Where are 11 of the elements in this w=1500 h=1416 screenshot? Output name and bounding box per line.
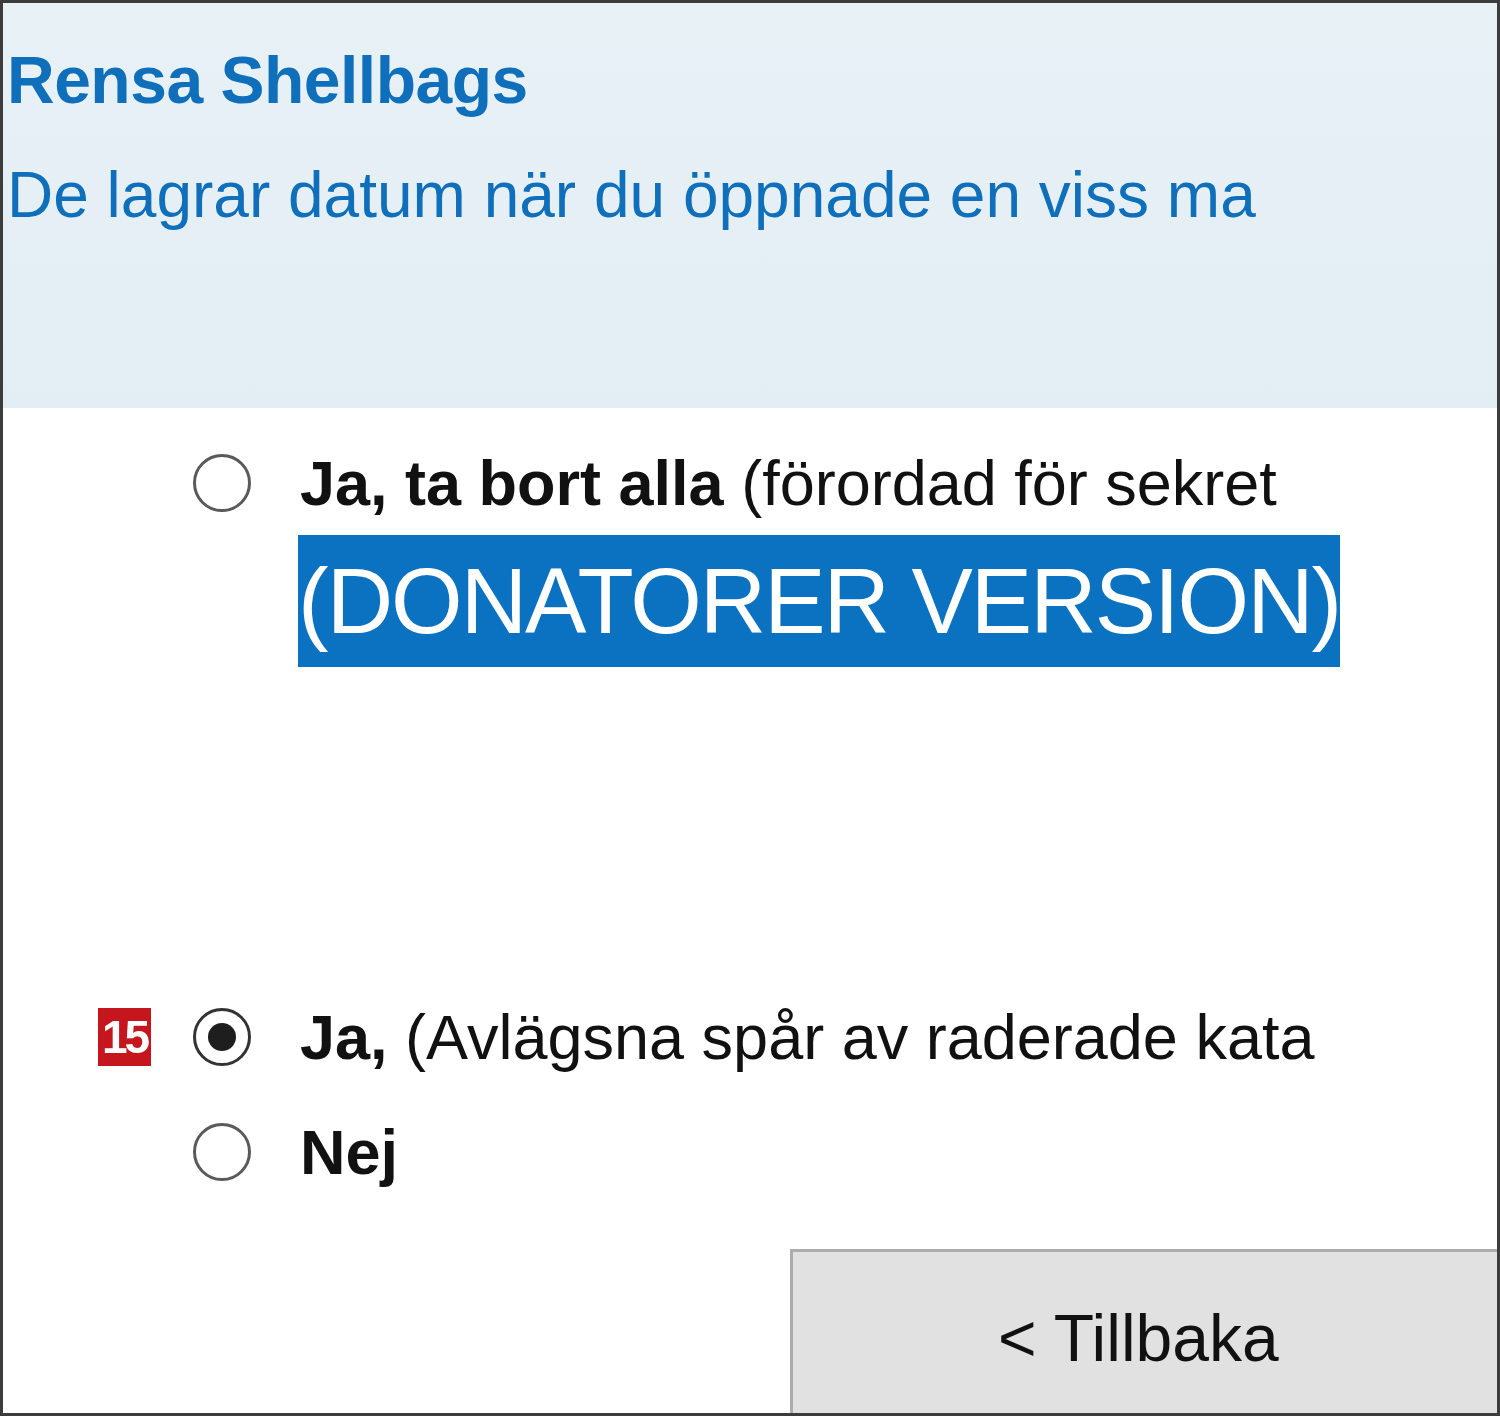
radio-button[interactable]: [193, 453, 251, 512]
option-label[interactable]: Ja, ta bort alla (förordad för sekret: [300, 442, 1277, 523]
dialog-title: Rensa Shellbags: [7, 42, 529, 119]
number-badge: 15: [98, 1007, 152, 1066]
radio-button[interactable]: [193, 1007, 251, 1066]
radio-button[interactable]: [193, 1122, 251, 1181]
option-label[interactable]: Ja, (Avlägsna spår av raderade kata: [300, 996, 1315, 1077]
back-button[interactable]: < Tillbaka: [790, 1249, 1497, 1413]
dialog-subtitle: De lagrar datum när du öppnade en viss ma: [7, 158, 1257, 233]
option-label[interactable]: Nej: [300, 1111, 399, 1192]
highlighted-note: (DONATORER VERSION): [298, 535, 1341, 667]
